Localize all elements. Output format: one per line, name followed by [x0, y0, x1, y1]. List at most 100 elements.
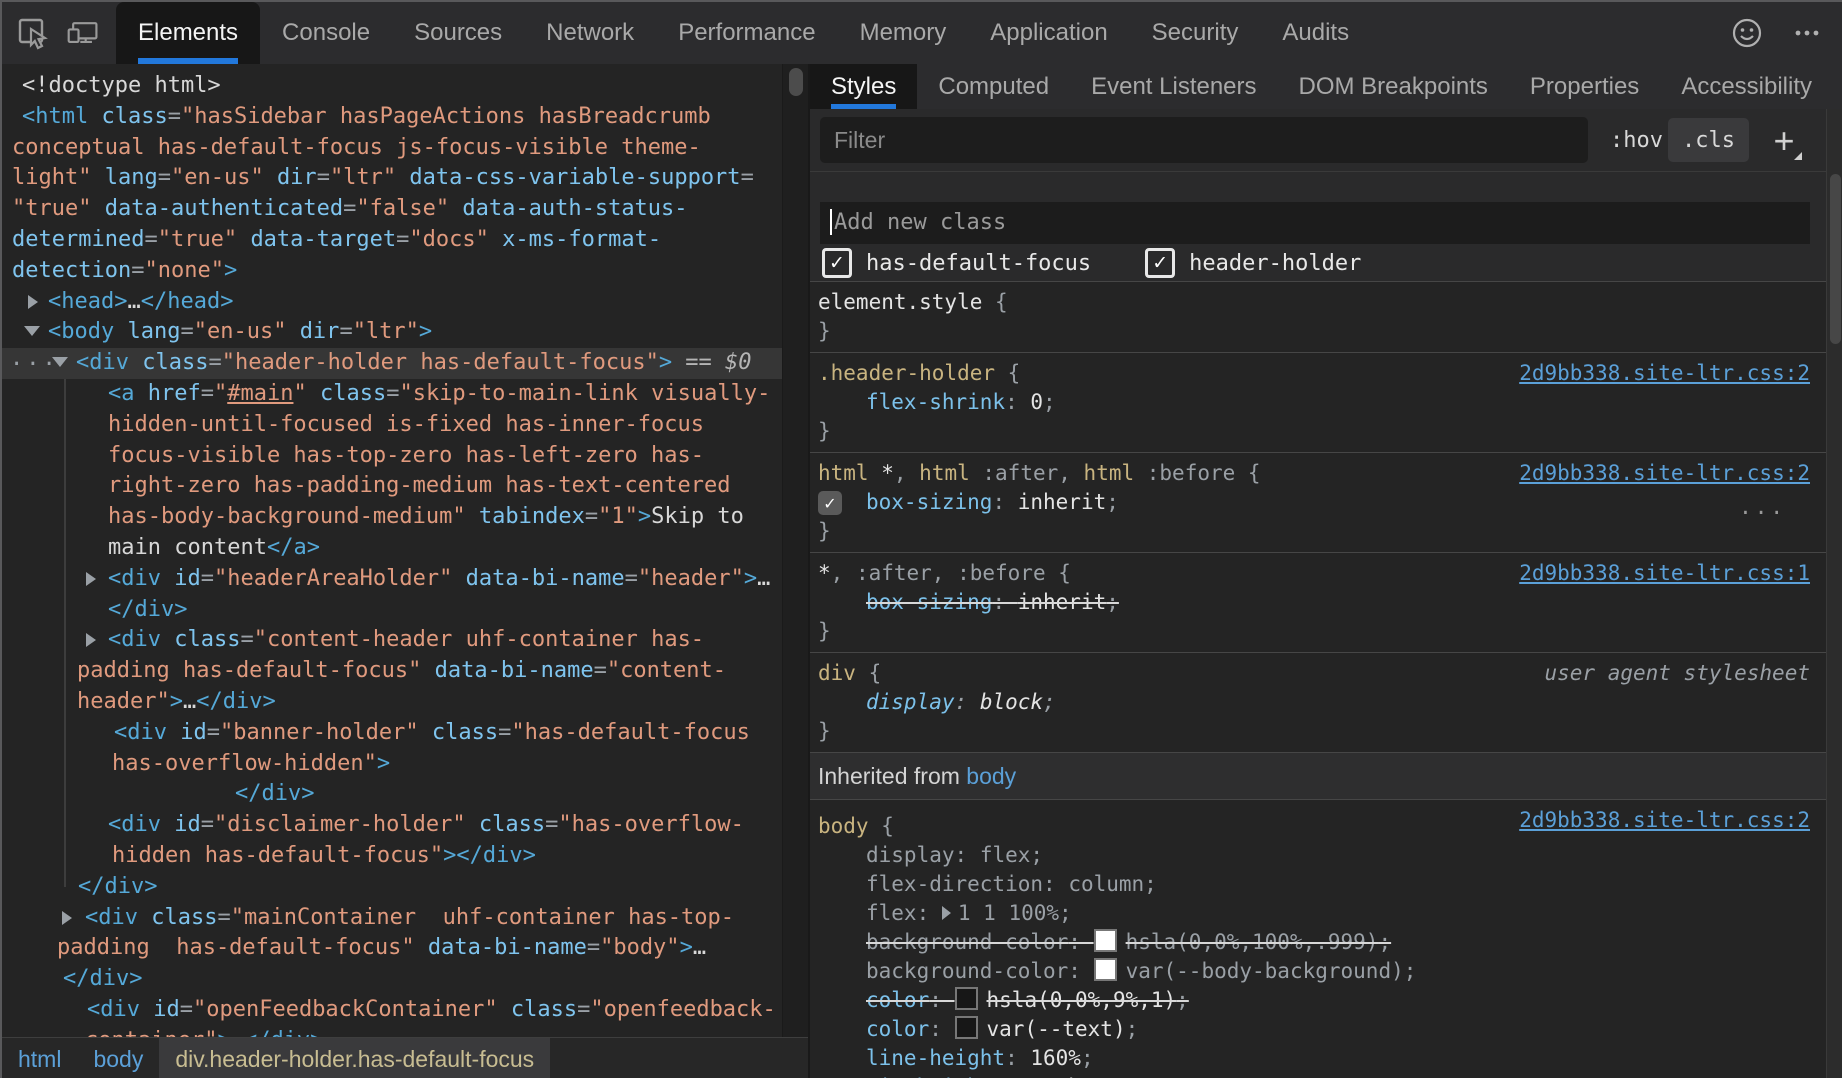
dom-tree-line[interactable]: <div class="mainContainer uhf-container … [2, 903, 782, 934]
dom-tree-line[interactable]: <a href="#main" class="skip-to-main-link… [2, 379, 782, 410]
css-property[interactable]: color: hsla(0,0%,9%,1); [810, 986, 1826, 1015]
sidebar-tab-dom-breakpoints[interactable]: DOM Breakpoints [1278, 64, 1509, 109]
css-property[interactable]: line-height: 160%; [810, 1044, 1826, 1073]
tab-audits[interactable]: Audits [1260, 2, 1371, 64]
stylesheet-link[interactable]: 2d9bb338.site-ltr.css:1 [1519, 559, 1810, 588]
sidebar-tab-event-listeners[interactable]: Event Listeners [1070, 64, 1277, 109]
dom-tree-line[interactable]: right-zero has-padding-medium has-text-c… [2, 471, 782, 502]
element-classes-button[interactable]: .cls [1668, 118, 1749, 162]
breadcrumb-item-html[interactable]: html [2, 1038, 77, 1078]
twisty-expanded-icon[interactable] [52, 357, 68, 367]
tab-elements[interactable]: Elements [116, 2, 260, 64]
sidebar-tab-properties[interactable]: Properties [1509, 64, 1660, 109]
css-property[interactable]: display: block; [810, 688, 1826, 717]
property-enable-checkbox[interactable]: ✓ [818, 491, 842, 515]
inherited-node-link[interactable]: body [966, 763, 1016, 789]
dom-tree-line[interactable]: <div id="disclaimer-holder" class="has-o… [2, 810, 782, 841]
dom-tree-line[interactable]: detection="none"> [2, 256, 782, 287]
dom-tree-line[interactable]: focus-visible has-top-zero has-left-zero… [2, 441, 782, 472]
css-property[interactable]: flex: 1 1 100%; [810, 899, 1826, 928]
dom-tree-line-selected[interactable]: ...<div class="header-holder has-default… [2, 348, 782, 379]
twisty-collapsed-icon[interactable] [86, 633, 96, 647]
styles-scrollbar[interactable] [1826, 109, 1842, 1078]
elements-scrollbar[interactable] [782, 64, 809, 1037]
dom-tree-line[interactable]: header">…</div> [2, 687, 782, 718]
rule-selector[interactable]: element.style { [810, 288, 1826, 317]
inspect-icon[interactable] [16, 16, 50, 50]
dom-tree-line[interactable]: "true" data-authenticated="false" data-a… [2, 194, 782, 225]
devtools-window: ElementsConsoleSourcesNetworkPerformance… [0, 0, 1842, 1078]
dom-tree-line[interactable]: hidden has-default-focus"></div> [2, 841, 782, 872]
feedback-smiley-icon[interactable] [1730, 16, 1764, 50]
dom-tree-line[interactable]: determined="true" data-target="docs" x-m… [2, 225, 782, 256]
css-property[interactable]: display: flex; [810, 841, 1826, 870]
dom-tree-line[interactable]: <!doctype html> [2, 71, 782, 102]
dom-tree-line[interactable]: hidden-until-focused is-fixed has-inner-… [2, 410, 782, 441]
breadcrumb-item-div[interactable]: div.header-holder.has-default-focus [159, 1038, 550, 1078]
dom-tree-line[interactable]: padding has-default-focus" data-bi-name=… [2, 933, 782, 964]
tab-application[interactable]: Application [968, 2, 1129, 64]
pseudo-state-button[interactable]: :hov [1610, 109, 1663, 172]
css-property[interactable]: background-color: var(--body-background)… [810, 957, 1826, 986]
twisty-collapsed-icon[interactable] [62, 911, 72, 925]
twisty-expanded-icon[interactable] [24, 326, 40, 336]
device-toolbar-icon[interactable] [66, 16, 100, 50]
more-options-icon[interactable] [1790, 16, 1824, 50]
dom-tree-line[interactable]: <div class="content-header uhf-container… [2, 625, 782, 656]
add-class-input[interactable]: Add new class [820, 202, 1810, 244]
twisty-collapsed-icon[interactable] [28, 295, 38, 309]
css-property[interactable]: flex-shrink: 0; [810, 388, 1826, 417]
css-property[interactable]: background-color: hsla(0,0%,100%,.999); [810, 928, 1826, 957]
tab-sources[interactable]: Sources [392, 2, 524, 64]
sidebar-tab-styles[interactable]: Styles [810, 64, 917, 109]
css-property[interactable]: min-height: 100vh; [810, 1073, 1826, 1078]
stylesheet-link[interactable]: 2d9bb338.site-ltr.css:2 [1519, 459, 1810, 488]
style-rule: *, :after, :before {2d9bb338.site-ltr.cs… [810, 553, 1826, 653]
dom-tree-line[interactable]: <body lang="en-us" dir="ltr"> [2, 317, 782, 348]
dom-tree-line[interactable]: </div> [2, 964, 782, 995]
dom-tree-line[interactable]: light" lang="en-us" dir="ltr" data-css-v… [2, 163, 782, 194]
inherited-from-header: Inherited from body [810, 753, 1826, 800]
elements-scrollbar-thumb[interactable] [789, 68, 803, 96]
dom-tree-line[interactable]: </div> [2, 779, 782, 810]
new-style-rule-button[interactable]: + [1762, 109, 1806, 172]
overridden-properties-ellipsis[interactable]: ... [1739, 493, 1786, 522]
dom-tree-line[interactable]: </div> [2, 595, 782, 626]
dom-tree-line[interactable]: <html class="hasSidebar hasPageActions h… [2, 102, 782, 133]
dom-tree-line[interactable]: </div> [2, 872, 782, 903]
tab-network[interactable]: Network [524, 2, 656, 64]
color-swatch[interactable] [955, 987, 978, 1010]
color-swatch[interactable] [1094, 958, 1117, 981]
css-property[interactable]: ✓box-sizing: inherit; [810, 488, 1826, 517]
styles-scrollbar-thumb[interactable] [1830, 174, 1841, 344]
dom-tree-line[interactable]: <div id="openFeedbackContainer" class="o… [2, 995, 782, 1026]
tab-memory[interactable]: Memory [838, 2, 969, 64]
css-property[interactable]: flex-direction: column; [810, 870, 1826, 899]
shorthand-expander-icon[interactable] [942, 906, 951, 920]
css-property[interactable]: box-sizing: inherit; [810, 588, 1826, 617]
tab-security[interactable]: Security [1130, 2, 1261, 64]
dom-tree-line[interactable]: has-body-background-medium" tabindex="1"… [2, 502, 782, 533]
dom-tree-line[interactable]: main content</a> [2, 533, 782, 564]
sidebar-tab-bar: StylesComputedEvent ListenersDOM Breakpo… [810, 64, 1842, 109]
twisty-collapsed-icon[interactable] [86, 572, 96, 586]
stylesheet-link[interactable]: 2d9bb338.site-ltr.css:2 [1519, 806, 1810, 835]
color-swatch[interactable] [1094, 929, 1117, 952]
dom-tree-line[interactable]: <div id="headerAreaHolder" data-bi-name=… [2, 564, 782, 595]
sidebar-tab-computed[interactable]: Computed [917, 64, 1070, 109]
breadcrumb-item-body[interactable]: body [77, 1038, 159, 1078]
stylesheet-link[interactable]: 2d9bb338.site-ltr.css:2 [1519, 359, 1810, 388]
dom-tree-line[interactable]: <div id="banner-holder" class="has-defau… [2, 718, 782, 749]
class-toggle-checkbox[interactable]: ✓ [822, 248, 852, 278]
dom-tree-line[interactable]: padding has-default-focus" data-bi-name=… [2, 656, 782, 687]
class-toggle-checkbox[interactable]: ✓ [1145, 248, 1175, 278]
color-swatch[interactable] [955, 1016, 978, 1039]
sidebar-tab-accessibility[interactable]: Accessibility [1660, 64, 1833, 109]
css-property[interactable]: color: var(--text); [810, 1015, 1826, 1044]
tab-console[interactable]: Console [260, 2, 392, 64]
dom-tree-line[interactable]: <head>…</head> [2, 287, 782, 318]
tab-performance[interactable]: Performance [656, 2, 837, 64]
styles-filter-input[interactable] [820, 117, 1588, 163]
dom-tree-line[interactable]: has-overflow-hidden"> [2, 749, 782, 780]
dom-tree-line[interactable]: conceptual has-default-focus js-focus-vi… [2, 133, 782, 164]
